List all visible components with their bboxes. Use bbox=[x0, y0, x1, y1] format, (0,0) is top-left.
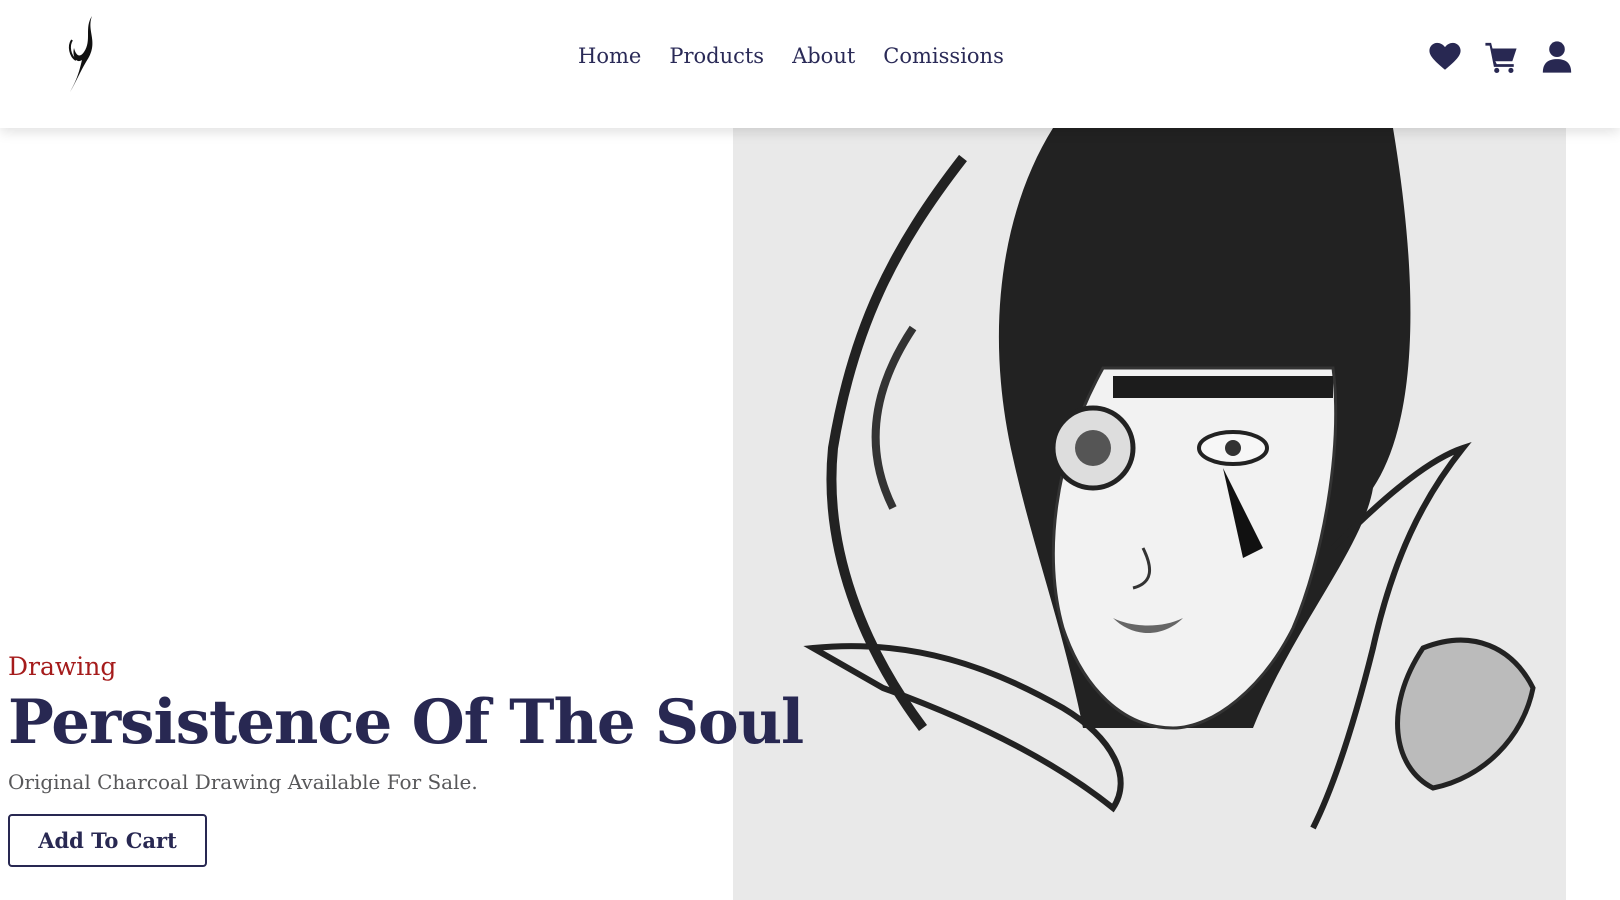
header-actions bbox=[1428, 40, 1574, 74]
nav-products[interactable]: Products bbox=[669, 44, 764, 68]
nav-comissions[interactable]: Comissions bbox=[883, 44, 1004, 68]
product-description: Original Charcoal Drawing Available For … bbox=[8, 770, 478, 795]
add-to-cart-button[interactable]: Add To Cart bbox=[8, 814, 207, 868]
hero-content: Drawing Persistence Of The Soul Original… bbox=[8, 652, 804, 868]
product-title: Persistence Of The Soul bbox=[8, 687, 804, 758]
site-header: Home Products About Comissions bbox=[0, 0, 1620, 128]
artwork-image bbox=[733, 128, 1566, 900]
heart-icon[interactable] bbox=[1428, 40, 1462, 74]
user-icon[interactable] bbox=[1540, 40, 1574, 74]
nav-home[interactable]: Home bbox=[578, 44, 641, 68]
brand-logo[interactable] bbox=[62, 12, 104, 96]
main-nav: Home Products About Comissions bbox=[578, 44, 1004, 68]
product-category: Drawing bbox=[8, 652, 117, 681]
nav-about[interactable]: About bbox=[792, 44, 855, 68]
cart-icon[interactable] bbox=[1484, 40, 1518, 74]
